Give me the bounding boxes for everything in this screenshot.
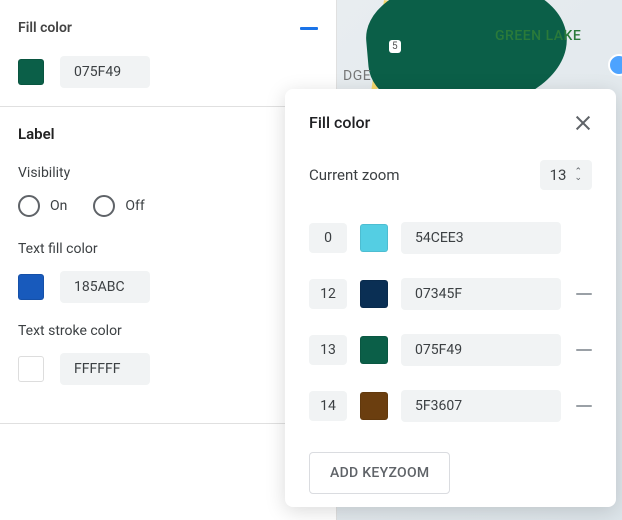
fill-color-popup: Fill color Current zoom 13 ⌃⌄ 0 54CEE3 12 0… — [285, 89, 616, 507]
radio-icon — [18, 195, 40, 217]
current-zoom-label: Current zoom — [309, 166, 400, 184]
road-shield: 5 — [389, 40, 401, 53]
fill-color-hex-input[interactable]: 075F49 — [60, 56, 150, 88]
fill-color-title: Fill color — [18, 20, 72, 36]
text-stroke-label: Text stroke color — [18, 323, 318, 339]
visibility-radio-group: On Off — [18, 195, 318, 217]
text-fill-hex-input[interactable]: 185ABC — [60, 271, 150, 303]
add-keyzoom-button[interactable]: ADD KEYZOOM — [309, 452, 450, 494]
remove-stop-icon[interactable] — [576, 293, 592, 295]
zoom-stop-row: 13 075F49 — [309, 334, 592, 366]
text-fill-swatch[interactable] — [18, 274, 44, 300]
visibility-on-option[interactable]: On — [18, 195, 67, 217]
zoom-stop-hex-input[interactable]: 075F49 — [401, 334, 561, 366]
location-marker-icon — [608, 54, 622, 76]
zoom-stop-swatch[interactable] — [360, 224, 388, 252]
zoom-stop-number[interactable]: 0 — [309, 223, 347, 253]
zoom-stop-hex-input[interactable]: 54CEE3 — [401, 222, 561, 254]
remove-stop-icon[interactable] — [576, 405, 592, 407]
zoom-stop-row: 0 54CEE3 — [309, 222, 592, 254]
popup-title: Fill color — [309, 113, 370, 132]
zoom-stepper[interactable]: 13 ⌃⌄ — [540, 160, 592, 190]
radio-label: On — [50, 198, 67, 214]
remove-stop-icon[interactable] — [576, 349, 592, 351]
zoom-stop-swatch[interactable] — [360, 280, 388, 308]
zoom-stop-hex-input[interactable]: 07345F — [401, 278, 561, 310]
zoom-value: 13 — [550, 166, 567, 184]
collapse-icon[interactable] — [300, 27, 318, 30]
map-place-label: DGE — [343, 68, 371, 84]
text-fill-label: Text fill color — [18, 241, 318, 257]
zoom-stop-row: 12 07345F — [309, 278, 592, 310]
radio-icon — [93, 195, 115, 217]
visibility-label: Visibility — [18, 165, 318, 181]
label-section-title: Label — [18, 125, 318, 143]
text-stroke-swatch[interactable] — [18, 356, 44, 382]
visibility-off-option[interactable]: Off — [93, 195, 144, 217]
zoom-stop-swatch[interactable] — [360, 392, 388, 420]
zoom-stop-number[interactable]: 12 — [309, 279, 347, 309]
stepper-arrows-icon[interactable]: ⌃⌄ — [574, 169, 582, 181]
zoom-stop-swatch[interactable] — [360, 336, 388, 364]
zoom-stop-number[interactable]: 13 — [309, 335, 347, 365]
zoom-stop-hex-input[interactable]: 5F3607 — [401, 390, 561, 422]
fill-color-swatch[interactable] — [18, 59, 44, 85]
map-place-label: GREEN LAKE — [495, 28, 581, 44]
text-stroke-hex-input[interactable]: FFFFFF — [60, 353, 150, 385]
radio-label: Off — [125, 198, 144, 214]
zoom-stop-row: 14 5F3607 — [309, 390, 592, 422]
zoom-stop-number[interactable]: 14 — [309, 391, 347, 421]
fill-color-section: Fill color 075F49 — [0, 0, 336, 106]
close-icon[interactable] — [574, 114, 592, 132]
